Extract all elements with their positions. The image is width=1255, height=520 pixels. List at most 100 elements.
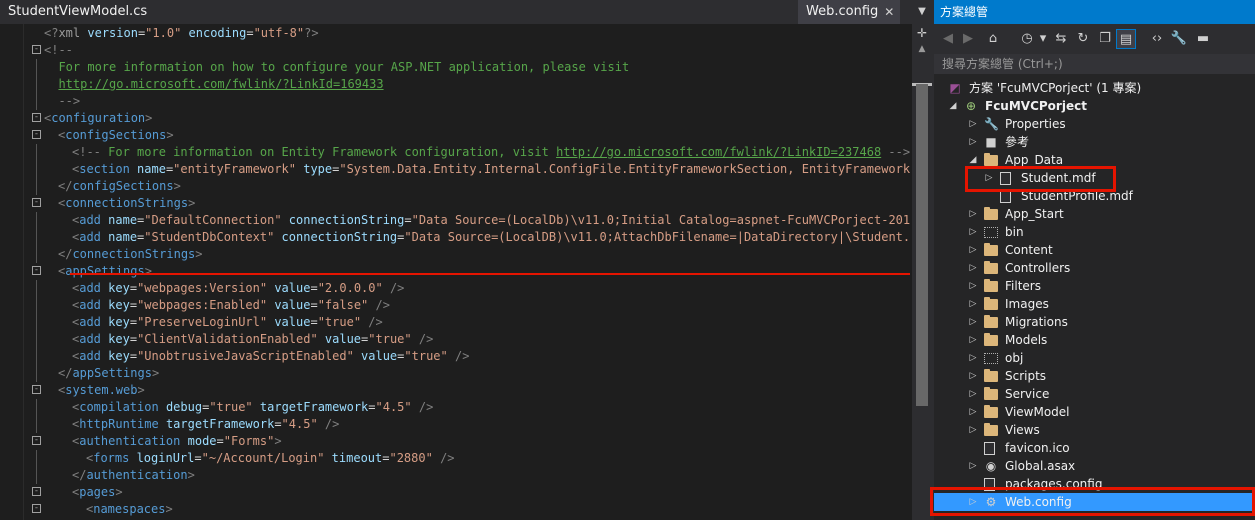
collapse-arrow-icon[interactable]: ◢ bbox=[948, 97, 958, 115]
expand-arrow-icon[interactable]: ▷ bbox=[968, 241, 978, 259]
code-token: = bbox=[310, 281, 318, 295]
tree-item[interactable]: ▷ ■ 參考 bbox=[934, 133, 1255, 151]
tree-item[interactable]: ▷ ViewModel bbox=[934, 403, 1255, 421]
expand-arrow-icon[interactable]: ▷ bbox=[968, 259, 978, 277]
code-token: system.web bbox=[65, 383, 138, 397]
code-token: For more information on how to configure… bbox=[44, 60, 630, 74]
collapse-icon[interactable]: - bbox=[32, 436, 41, 445]
collapse-icon[interactable]: - bbox=[32, 487, 41, 496]
expand-arrow-icon[interactable]: ▷ bbox=[968, 223, 978, 241]
code-token: "Forms" bbox=[223, 434, 275, 448]
collapse-all-icon[interactable]: ❐ bbox=[1096, 29, 1114, 49]
wrench-icon: 🔧 bbox=[984, 117, 999, 131]
tree-item[interactable]: ◢ ⊕ FcuMVCPorject bbox=[934, 97, 1255, 115]
code-token: loginUrl bbox=[129, 451, 195, 465]
tree-item[interactable]: ▷ Models bbox=[934, 331, 1255, 349]
tree-item[interactable]: ▷ Filters bbox=[934, 277, 1255, 295]
code-token: "4.5" bbox=[375, 400, 412, 414]
annotation-box-web-config bbox=[930, 487, 1255, 516]
code-token: xml bbox=[58, 26, 81, 40]
history-icon[interactable]: ◷ bbox=[1018, 29, 1036, 49]
tree-item[interactable]: ▷ obj bbox=[934, 349, 1255, 367]
code-token: > bbox=[151, 366, 160, 380]
show-all-files-icon[interactable]: ▤ bbox=[1116, 29, 1136, 49]
scroll-thumb[interactable] bbox=[916, 84, 928, 406]
forward-icon[interactable]: ▶ bbox=[960, 29, 976, 49]
scroll-up-icon[interactable]: ▲ bbox=[915, 42, 929, 56]
tree-item[interactable]: ▷ Views bbox=[934, 421, 1255, 439]
outline-guide bbox=[36, 178, 37, 195]
code-text-area[interactable]: <?xml version="1.0" encoding="utf-8"?> - <… bbox=[0, 24, 912, 520]
tree-item[interactable]: ▷ Controllers bbox=[934, 259, 1255, 277]
expand-arrow-icon[interactable]: ▷ bbox=[968, 133, 978, 151]
outline-guide bbox=[36, 416, 37, 433]
collapse-icon[interactable]: - bbox=[32, 385, 41, 394]
vertical-scrollbar[interactable]: ✛ ▲ bbox=[912, 24, 932, 520]
tree-item[interactable]: ▷ bin bbox=[934, 223, 1255, 241]
collapse-icon[interactable]: - bbox=[32, 113, 41, 122]
expand-arrow-icon[interactable]: ▷ bbox=[968, 367, 978, 385]
code-line: <?xml version="1.0" encoding="utf-8"?> bbox=[0, 25, 912, 42]
collapse-icon[interactable]: - bbox=[32, 266, 41, 275]
code-lines: <?xml version="1.0" encoding="utf-8"?> - <… bbox=[0, 25, 912, 518]
solution-explorer-title: 方案總管 bbox=[934, 0, 1255, 24]
expand-arrow-icon[interactable]: ▷ bbox=[968, 385, 978, 403]
tree-item[interactable]: ▷ Service bbox=[934, 385, 1255, 403]
globe-file-icon: ◉ bbox=[985, 459, 997, 473]
code-token: name bbox=[100, 213, 138, 227]
collapse-icon[interactable]: - bbox=[32, 130, 41, 139]
pin-icon[interactable]: ▬ bbox=[1192, 29, 1214, 49]
code-token: "Data Source=(LocalDB)\v11.0;AttachDbFil… bbox=[404, 230, 910, 244]
outline-guide bbox=[36, 365, 37, 382]
code-token: "2880" bbox=[389, 451, 433, 465]
tree-item[interactable]: ▷ App_Start bbox=[934, 205, 1255, 223]
code-token: /> bbox=[317, 417, 340, 431]
code-token: key bbox=[100, 315, 130, 329]
tree-item[interactable]: ▷ Migrations bbox=[934, 313, 1255, 331]
code-editor[interactable]: StudentViewModel.cs Web.config ✕ ▼ <?xml… bbox=[0, 0, 932, 520]
tab-dropdown-icon[interactable]: ▼ bbox=[915, 0, 929, 24]
expand-arrow-icon[interactable]: ▷ bbox=[968, 403, 978, 421]
expand-arrow-icon[interactable]: ▷ bbox=[968, 331, 978, 349]
properties-icon[interactable]: 🔧 bbox=[1170, 29, 1188, 49]
tree-item[interactable]: favicon.ico bbox=[934, 439, 1255, 457]
code-line: <section name="entityFramework" type="Sy… bbox=[0, 161, 912, 178]
tab-studentviewmodel[interactable]: StudentViewModel.cs bbox=[0, 0, 156, 24]
back-icon[interactable]: ◀ bbox=[940, 29, 956, 49]
tree-item[interactable]: ◩ 方案 'FcuMVCPorject' (1 專案) bbox=[934, 79, 1255, 97]
expand-arrow-icon[interactable]: ▷ bbox=[968, 421, 978, 439]
dropdown-icon[interactable]: ▾ bbox=[1038, 29, 1048, 49]
code-token: name bbox=[129, 162, 166, 176]
code-token: "DefaultConnection" bbox=[144, 213, 282, 227]
expand-arrow-icon[interactable]: ▷ bbox=[968, 295, 978, 313]
code-view-icon[interactable]: ‹› bbox=[1148, 29, 1166, 49]
code-token: version bbox=[80, 26, 138, 40]
expand-arrow-icon[interactable]: ▷ bbox=[968, 205, 978, 223]
collapse-icon[interactable]: - bbox=[32, 198, 41, 207]
expand-arrow-icon[interactable]: ▷ bbox=[968, 115, 978, 133]
tree-item[interactable]: ▷ ◉ Global.asax bbox=[934, 457, 1255, 475]
code-token: add bbox=[79, 349, 101, 363]
expand-arrow-icon[interactable]: ▷ bbox=[968, 457, 978, 475]
expand-arrow-icon[interactable]: ▷ bbox=[968, 349, 978, 367]
refresh-icon[interactable]: ↻ bbox=[1074, 29, 1092, 49]
solution-explorer-search-input[interactable]: 搜尋方案總管 (Ctrl+;) bbox=[934, 54, 1255, 74]
expand-arrow-icon[interactable]: ▷ bbox=[968, 277, 978, 295]
tree-item[interactable]: ▷ 🔧 Properties bbox=[934, 115, 1255, 133]
expand-arrow-icon[interactable]: ▷ bbox=[968, 313, 978, 331]
home-icon[interactable]: ⌂ bbox=[984, 29, 1002, 49]
tab-web-config[interactable]: Web.config ✕ bbox=[798, 0, 901, 24]
code-line: <add key="PreserveLoginUrl" value="true"… bbox=[0, 314, 912, 331]
code-line: <add name="DefaultConnection" connection… bbox=[0, 212, 912, 229]
tree-item[interactable]: ▷ Images bbox=[934, 295, 1255, 313]
code-token: = bbox=[129, 315, 138, 329]
split-window-icon[interactable]: ✛ bbox=[915, 26, 929, 40]
code-token: "PreserveLoginUrl" bbox=[137, 315, 268, 329]
collapse-icon[interactable]: - bbox=[32, 45, 41, 54]
tree-item[interactable]: ▷ Scripts bbox=[934, 367, 1255, 385]
tree-item[interactable]: ▷ Content bbox=[934, 241, 1255, 259]
close-icon[interactable]: ✕ bbox=[884, 0, 894, 24]
sync-icon[interactable]: ⇆ bbox=[1052, 29, 1070, 49]
code-token: targetFramework bbox=[252, 400, 369, 414]
collapse-icon[interactable]: - bbox=[32, 504, 41, 513]
